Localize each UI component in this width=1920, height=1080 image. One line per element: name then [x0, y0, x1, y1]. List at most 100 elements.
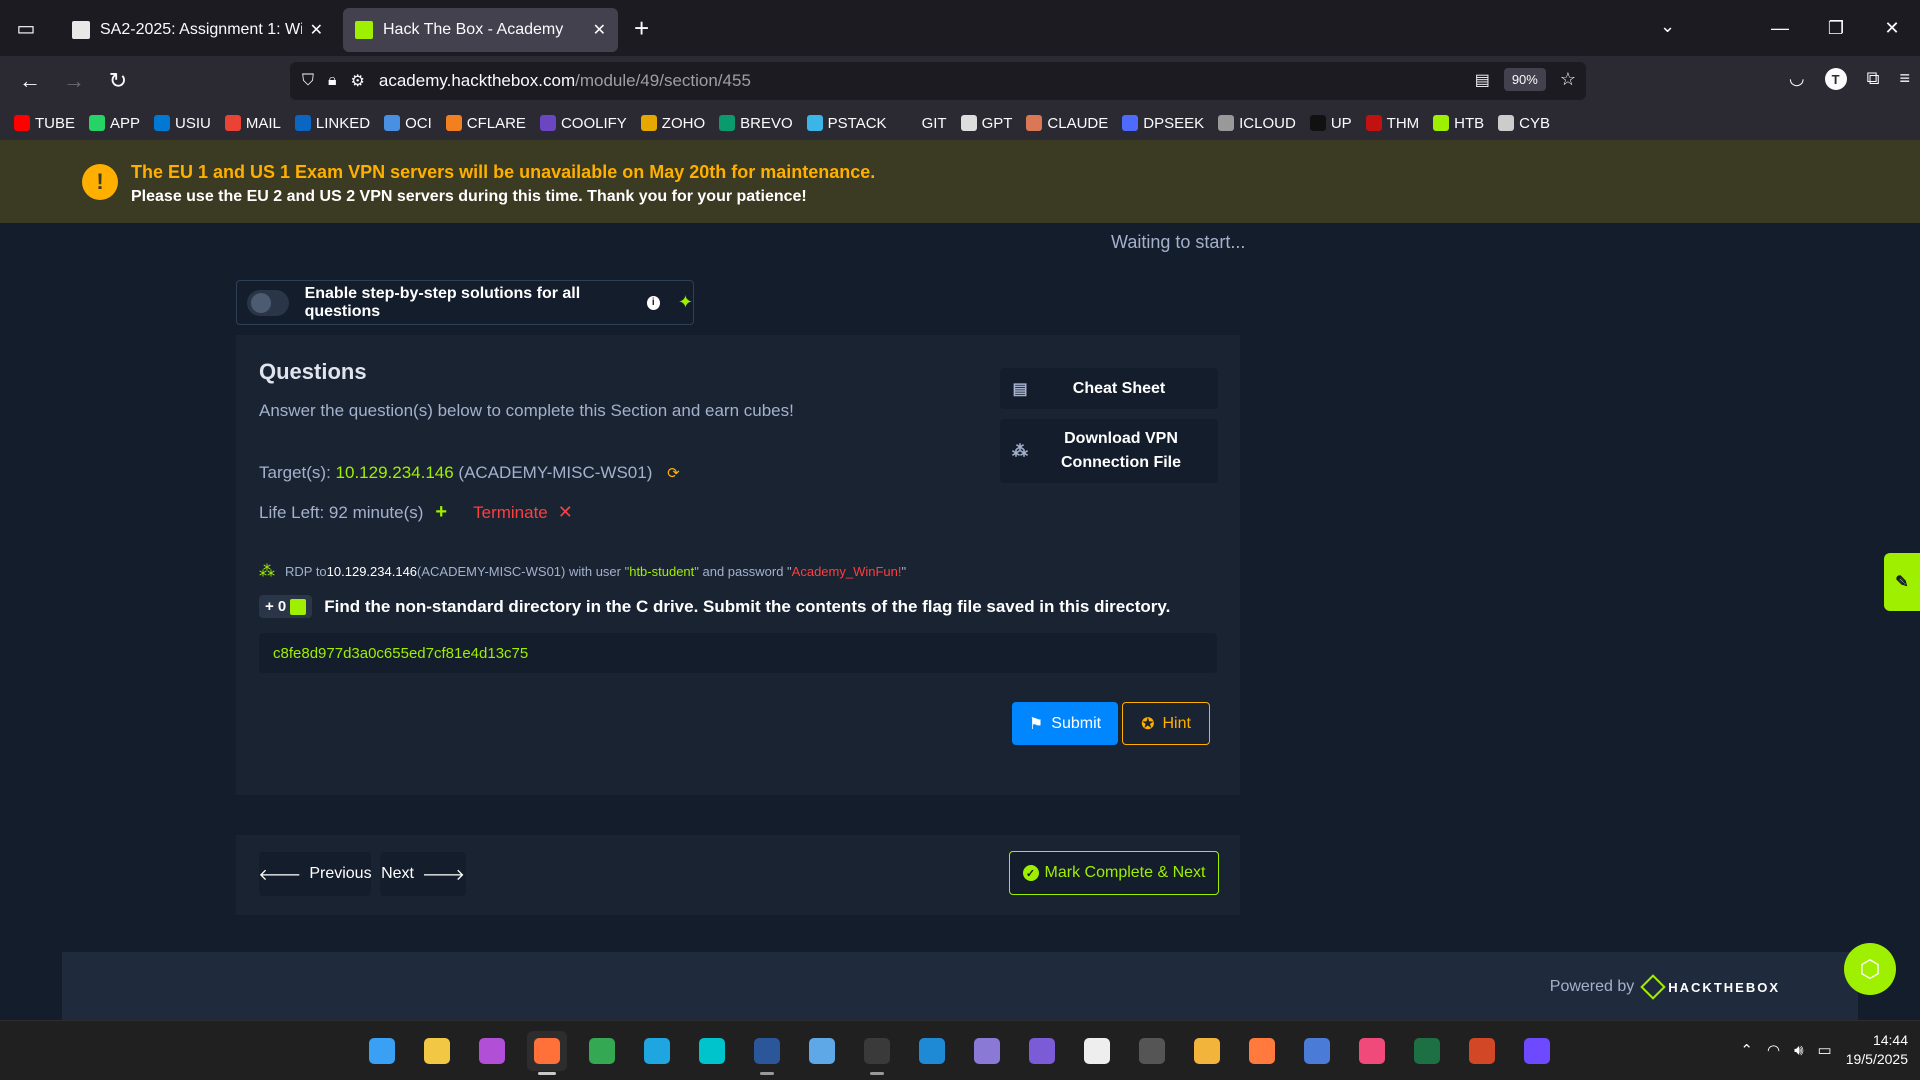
- mail-icon: [1304, 1038, 1330, 1064]
- taskbar-itunes-icon[interactable]: [1352, 1031, 1392, 1071]
- close-tab-icon[interactable]: ✕: [310, 20, 323, 40]
- taskbar-terminal-icon[interactable]: [857, 1031, 897, 1075]
- check-circle-icon: ✓: [1022, 865, 1039, 881]
- bookmark-favicon-icon: [154, 115, 171, 131]
- bookmark-favicon-icon: [445, 115, 462, 131]
- bookmark-icloud[interactable]: ICLOUD: [1218, 115, 1296, 132]
- bookmark-zoho[interactable]: ZOHO: [640, 115, 705, 132]
- taskbar-edge-icon[interactable]: [637, 1031, 677, 1071]
- mark-complete-button[interactable]: ✓ Mark Complete & Next: [1009, 851, 1219, 895]
- taskbar-copilot-icon[interactable]: [472, 1031, 512, 1071]
- solutions-toggle-switch[interactable]: [247, 289, 289, 316]
- bookmark-up[interactable]: UP: [1309, 114, 1352, 132]
- bookmark-coolify[interactable]: COOLIFY: [539, 115, 627, 132]
- bookmark-usiu[interactable]: USIU: [154, 115, 211, 132]
- bookmark-dpseek[interactable]: DPSEEK: [1122, 115, 1204, 132]
- target-ip[interactable]: 10.129.234.146: [336, 463, 454, 482]
- back-icon[interactable]: ←: [8, 68, 52, 94]
- taskbar-store-icon[interactable]: [1187, 1031, 1227, 1071]
- taskbar-firefox-icon[interactable]: [527, 1031, 567, 1075]
- taskbar-capcut-icon[interactable]: [1077, 1031, 1117, 1071]
- taskbar-proton-vpn-icon[interactable]: [1517, 1031, 1557, 1071]
- battery-icon[interactable]: ▭: [1818, 1041, 1832, 1059]
- menu-icon[interactable]: ≡: [1899, 68, 1910, 90]
- section-navigation: 🡐 Previous Next 🡒 ✓ Mark Complete & Next: [236, 835, 1240, 915]
- taskbar-chrome-icon[interactable]: [582, 1031, 622, 1071]
- wifi-icon[interactable]: ◠: [1767, 1041, 1780, 1059]
- submit-button[interactable]: ⚑ Submit: [1012, 702, 1118, 745]
- lock-icon[interactable]: 🔒︎: [328, 72, 337, 90]
- tab-overview-icon[interactable]: ▭: [0, 0, 52, 56]
- reload-icon[interactable]: ↻: [96, 68, 140, 94]
- terminate-x-icon[interactable]: ✕: [558, 502, 573, 523]
- taskbar-canva-icon[interactable]: [692, 1031, 732, 1071]
- volume-icon[interactable]: 🔊︎: [1794, 1042, 1803, 1059]
- bookmark-app[interactable]: APP: [89, 115, 140, 132]
- taskbar-vscode-icon[interactable]: [912, 1031, 952, 1071]
- taskbar-app-purple-icon[interactable]: [967, 1031, 1007, 1071]
- taskbar-word-icon[interactable]: [747, 1031, 787, 1075]
- taskbar-obsidian-icon[interactable]: [1022, 1031, 1062, 1071]
- url-bar[interactable]: ⛉ 🔒︎ ⚙ academy.hackthebox.com/module/49/…: [290, 62, 1586, 100]
- bookmark-claude[interactable]: CLAUDE: [1026, 115, 1108, 132]
- extend-life-icon[interactable]: +: [435, 501, 447, 524]
- help-chat-button[interactable]: ⬡: [1844, 943, 1896, 995]
- download-vpn-button[interactable]: ⁂ Download VPN Connection File: [1000, 419, 1218, 483]
- bookmark-htb[interactable]: HTB: [1433, 115, 1484, 132]
- taskbar-file-explorer-icon[interactable]: [417, 1031, 457, 1071]
- bookmark-gpt[interactable]: GPT: [960, 115, 1012, 132]
- extensions-icon[interactable]: ⧉: [1867, 68, 1880, 90]
- bookmark-cflare[interactable]: CFLARE: [445, 115, 526, 132]
- url-text[interactable]: academy.hackthebox.com/module/49/section…: [379, 71, 751, 91]
- taskbar-excel-icon[interactable]: [1407, 1031, 1447, 1071]
- new-tab-icon[interactable]: +: [634, 13, 649, 44]
- bookmark-tube[interactable]: TUBE: [14, 115, 75, 132]
- bookmark-brevo[interactable]: BREVO: [719, 115, 793, 132]
- taskbar-obs-icon[interactable]: [1132, 1031, 1172, 1071]
- bookmark-git[interactable]: GIT: [900, 115, 947, 132]
- pencil-icon: ✎: [1895, 574, 1909, 591]
- bookmark-cyb[interactable]: CYB: [1498, 115, 1550, 132]
- answer-input[interactable]: c8fe8d977d3a0c655ed7cf81e4d13c75: [259, 633, 1217, 673]
- chevron-down-icon[interactable]: ⌄: [1660, 16, 1675, 37]
- pocket-icon[interactable]: ◡: [1789, 68, 1805, 90]
- zoom-level[interactable]: 90%: [1503, 68, 1546, 91]
- clock[interactable]: 14:44 19/5/2025: [1846, 1031, 1908, 1069]
- banner-headline: The EU 1 and US 1 Exam VPN servers will …: [131, 162, 876, 182]
- reader-view-icon[interactable]: ▤: [1475, 70, 1490, 90]
- bookmark-star-icon[interactable]: ☆: [1560, 69, 1576, 90]
- bookmark-label: UP: [1330, 114, 1352, 132]
- taskbar-powerpoint-icon[interactable]: [1462, 1031, 1502, 1071]
- shield-icon[interactable]: ⛉: [302, 72, 314, 90]
- info-icon[interactable]: i: [646, 295, 660, 310]
- account-avatar[interactable]: T: [1824, 68, 1847, 90]
- bookmark-mail[interactable]: MAIL: [224, 115, 281, 132]
- cheat-sheet-button[interactable]: ▤ Cheat Sheet: [1000, 368, 1218, 409]
- taskbar-mail-icon[interactable]: [1297, 1031, 1337, 1071]
- close-tab-icon[interactable]: ✕: [593, 20, 606, 40]
- permissions-icon[interactable]: ⚙: [351, 71, 365, 91]
- feedback-side-tab[interactable]: ✎: [1884, 553, 1920, 611]
- forward-icon[interactable]: →: [52, 68, 96, 94]
- bookmark-oci[interactable]: OCI: [384, 115, 432, 132]
- tab-assignment[interactable]: SA2-2025: Assignment 1: Windc ✕: [60, 8, 335, 52]
- reset-target-icon[interactable]: ⟳: [667, 465, 680, 482]
- hint-button[interactable]: ✪ Hint: [1122, 702, 1210, 745]
- close-window-icon[interactable]: ✕: [1864, 18, 1920, 39]
- next-button[interactable]: Next 🡒: [380, 852, 466, 896]
- taskbar-windows-start-icon[interactable]: [362, 1031, 402, 1071]
- bookmark-linked[interactable]: LINKED: [294, 115, 370, 132]
- htb-logo[interactable]: HACKTHEBOX: [1640, 974, 1780, 1000]
- minimize-icon[interactable]: —: [1752, 18, 1808, 39]
- restore-icon[interactable]: ❐: [1808, 18, 1864, 39]
- bookmark-thm[interactable]: THM: [1365, 115, 1419, 132]
- chevron-up-icon[interactable]: ⌃: [1740, 1041, 1753, 1059]
- taskbar-todo-icon[interactable]: [1242, 1031, 1282, 1071]
- bookmark-pstack[interactable]: PSTACK: [806, 115, 887, 132]
- bookmark-favicon-icon: [900, 115, 917, 131]
- previous-button[interactable]: 🡐 Previous: [258, 852, 372, 896]
- tab-htb-academy[interactable]: Hack The Box - Academy ✕: [343, 8, 618, 52]
- htb-cube-icon: [1640, 974, 1666, 1000]
- taskbar-notepad-icon[interactable]: [802, 1031, 842, 1071]
- terminate-button[interactable]: Terminate: [473, 503, 548, 523]
